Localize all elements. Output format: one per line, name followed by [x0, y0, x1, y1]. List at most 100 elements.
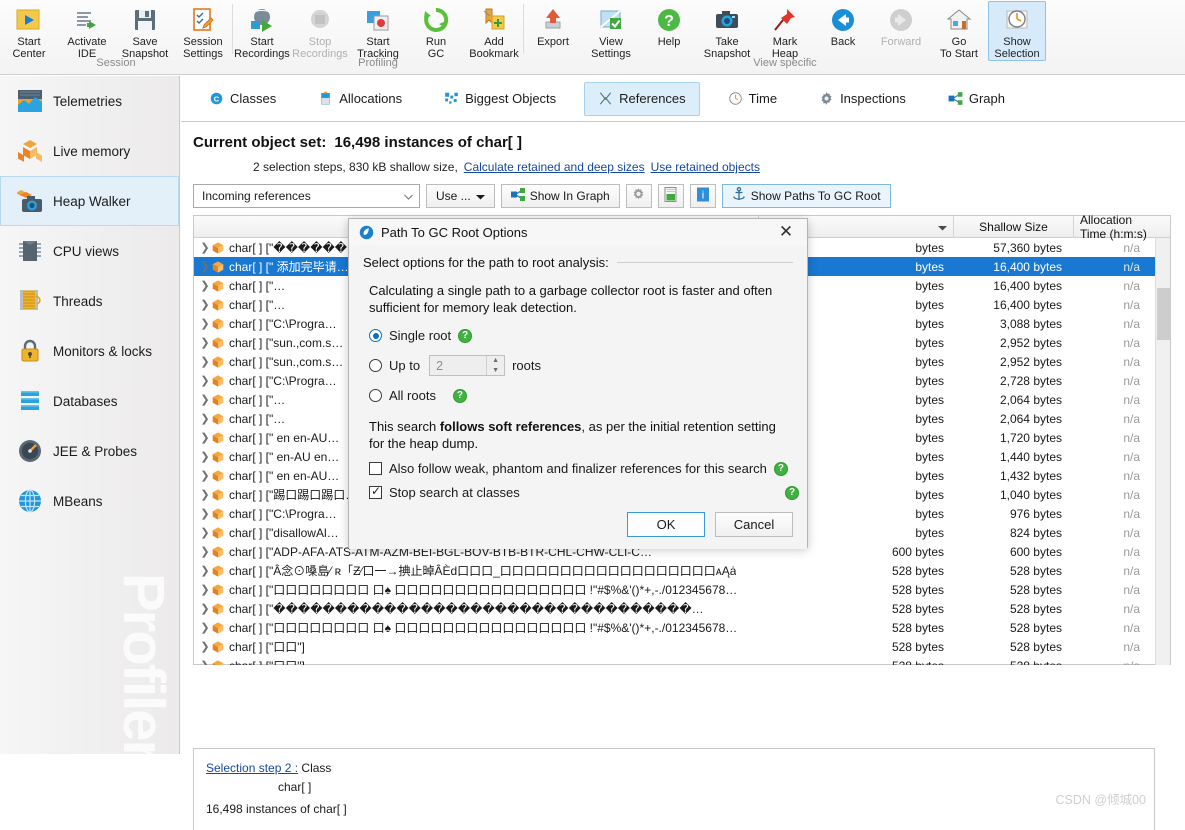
ok-button[interactable]: OK: [627, 512, 705, 537]
expand-chevron-icon[interactable]: ❯: [198, 659, 212, 665]
expand-chevron-icon[interactable]: ❯: [198, 621, 212, 634]
expand-chevron-icon[interactable]: ❯: [198, 640, 212, 653]
row-allocation-time: n/a: [1123, 468, 1140, 483]
spinner-down-icon[interactable]: ▼: [492, 367, 499, 374]
expand-chevron-icon[interactable]: ❯: [198, 545, 212, 558]
ribbon-button-take-snapshot[interactable]: Take Snapshot: [698, 1, 756, 61]
sidebar-item-cpu-views[interactable]: CPU views: [0, 226, 179, 276]
spinner-arrows[interactable]: ▲ ▼: [486, 356, 504, 375]
tab-biggest-objects[interactable]: Biggest Objects: [430, 82, 570, 116]
ribbon-button-start-center[interactable]: Start Center: [0, 1, 58, 61]
expand-chevron-icon[interactable]: ❯: [198, 469, 212, 482]
ribbon-button-start-tracking[interactable]: Start Tracking: [349, 1, 407, 61]
column-header-shallow-size[interactable]: Shallow Size: [954, 216, 1074, 238]
ribbon-button-back[interactable]: Back: [814, 1, 872, 49]
table-row[interactable]: ❯char[ ] ["口口"]528 bytes528 bytesn/a: [194, 637, 1170, 656]
sidebar-item-databases[interactable]: Databases: [0, 376, 179, 426]
table-row[interactable]: ❯ char[ ] ["�����������������������������…: [194, 599, 1170, 618]
table-row[interactable]: ❯ char[ ] ["Â念⊙嗓島⁄ ʀ「Ƶ⁄口一→捵止晫ÂÈd口口口_口口口口口…: [194, 561, 1170, 580]
sidebar-item-jee-probes[interactable]: JEE & Probes: [0, 426, 179, 476]
expand-chevron-icon[interactable]: ❯: [198, 298, 212, 311]
sidebar-item-mbeans[interactable]: MBeans: [0, 476, 179, 526]
sidebar-item-monitors-locks[interactable]: Monitors & locks: [0, 326, 179, 376]
ribbon-button-save-snapshot[interactable]: Save Snapshot: [116, 1, 174, 61]
table-vertical-scrollbar[interactable]: [1155, 238, 1170, 665]
option-all-roots-row[interactable]: All roots ?: [369, 388, 793, 403]
ribbon-button-view-settings[interactable]: View Settings: [582, 1, 640, 61]
help-icon-all-roots[interactable]: ?: [452, 388, 467, 403]
expand-chevron-icon[interactable]: ❯: [198, 526, 212, 539]
checkbox-stop-at-classes-row[interactable]: Stop search at classes ?: [369, 484, 799, 500]
biggest-objects-icon: [444, 91, 459, 106]
option-up-to-row[interactable]: Up to 2 ▲ ▼ roots: [369, 355, 793, 376]
spinner-up-icon[interactable]: ▲: [492, 357, 499, 364]
expand-chevron-icon[interactable]: ❯: [198, 583, 212, 596]
expand-chevron-icon[interactable]: ❯: [198, 564, 212, 577]
expand-chevron-icon[interactable]: ❯: [198, 374, 212, 387]
show-in-graph-button[interactable]: Show In Graph: [500, 184, 620, 208]
close-icon[interactable]: ✕: [765, 219, 807, 245]
scrollbar-thumb[interactable]: [1157, 288, 1170, 340]
ribbon-button-export[interactable]: Export: [524, 1, 582, 49]
object-info-button[interactable]: i: [689, 184, 716, 208]
expand-chevron-icon[interactable]: ❯: [198, 279, 212, 292]
cancel-button[interactable]: Cancel: [715, 512, 793, 537]
table-row[interactable]: ❯ char[ ] ["口口口口口口口口 口♠ 口口口口口口口口口口口口口口口口 …: [194, 618, 1170, 637]
sidebar-item-telemetries[interactable]: Telemetries: [0, 76, 179, 126]
radio-all-roots[interactable]: [369, 389, 382, 402]
use-retained-objects-link[interactable]: Use retained objects: [651, 160, 760, 174]
ribbon-button-start-recordings[interactable]: Start Recordings: [233, 1, 291, 61]
ribbon-button-mark-heap[interactable]: Mark Heap: [756, 1, 814, 61]
tab-classes[interactable]: C Classes: [195, 82, 290, 116]
tab-time[interactable]: Time: [714, 82, 791, 116]
show-paths-to-gc-root-button[interactable]: Show Paths To GC Root: [721, 184, 891, 208]
expand-chevron-icon[interactable]: ❯: [198, 431, 212, 444]
checkbox-stop-at-classes[interactable]: [369, 484, 382, 499]
table-row[interactable]: ❯char[ ] ["口口"]528 bytes528 bytesn/a: [194, 656, 1170, 665]
option-single-root-row[interactable]: Single root ?: [369, 328, 793, 343]
radio-up-to[interactable]: [369, 359, 382, 372]
help-icon-single-root[interactable]: ?: [458, 328, 473, 343]
expand-chevron-icon[interactable]: ❯: [198, 260, 212, 273]
reference-mode-select[interactable]: Incoming references: [193, 184, 420, 208]
sidebar-item-threads[interactable]: Threads: [0, 276, 179, 326]
table-row[interactable]: ❯ char[ ] ["口口口口口口口口 口♠ 口口口口口口口口口口口口口口口口 …: [194, 580, 1170, 599]
ribbon-button-go-to-start[interactable]: Go To Start: [930, 1, 988, 61]
expand-chevron-icon[interactable]: ❯: [198, 393, 212, 406]
expand-chevron-icon[interactable]: ❯: [198, 317, 212, 330]
selection-step-link[interactable]: Selection step 2 :: [206, 761, 298, 775]
use-dropdown-button[interactable]: Use ...: [426, 184, 495, 208]
ribbon-button-help[interactable]: ? Help: [640, 1, 698, 49]
expand-chevron-icon[interactable]: ❯: [198, 507, 212, 520]
help-icon-weak-refs[interactable]: ?: [773, 461, 788, 476]
expand-chevron-icon[interactable]: ❯: [198, 412, 212, 425]
selection-step-kind: Class: [301, 761, 332, 775]
radio-single-root[interactable]: [369, 329, 382, 342]
ribbon-button-forward: Forward: [872, 1, 930, 49]
checkbox-weak-refs[interactable]: [369, 462, 382, 475]
view-settings-button[interactable]: [625, 184, 652, 208]
ribbon-button-activate-ide[interactable]: Activate IDE: [58, 1, 116, 61]
ribbon-button-add-bookmark[interactable]: Add Bookmark: [465, 1, 523, 61]
sidebar-item-heap-walker[interactable]: Heap Walker: [0, 176, 179, 226]
export-view-button[interactable]: [657, 184, 684, 208]
calculate-sizes-link[interactable]: Calculate retained and deep sizes: [464, 160, 645, 174]
ribbon-button-run-gc[interactable]: Run GC: [407, 1, 465, 61]
expand-chevron-icon[interactable]: ❯: [198, 488, 212, 501]
expand-chevron-icon[interactable]: ❯: [198, 602, 212, 615]
expand-chevron-icon[interactable]: ❯: [198, 450, 212, 463]
help-icon-stop-at-classes[interactable]: ?: [785, 485, 799, 500]
ribbon-button-session-settings[interactable]: Session Settings: [174, 1, 232, 61]
tab-inspections[interactable]: Inspections: [805, 82, 920, 116]
expand-chevron-icon[interactable]: ❯: [198, 241, 212, 254]
expand-chevron-icon[interactable]: ❯: [198, 336, 212, 349]
expand-chevron-icon[interactable]: ❯: [198, 355, 212, 368]
up-to-roots-spinner[interactable]: 2 ▲ ▼: [429, 355, 506, 376]
checkbox-weak-refs-row[interactable]: Also follow weak, phantom and finalizer …: [369, 461, 799, 476]
tab-references[interactable]: References: [584, 81, 700, 116]
tab-graph[interactable]: Graph: [934, 82, 1019, 116]
sidebar-item-live-memory[interactable]: Live memory: [0, 126, 179, 176]
column-header-allocation-time[interactable]: Allocation Time (h:m:s): [1074, 213, 1156, 241]
tab-allocations[interactable]: Allocations: [304, 82, 416, 116]
ribbon-button-show-selection[interactable]: Show Selection: [988, 1, 1046, 61]
